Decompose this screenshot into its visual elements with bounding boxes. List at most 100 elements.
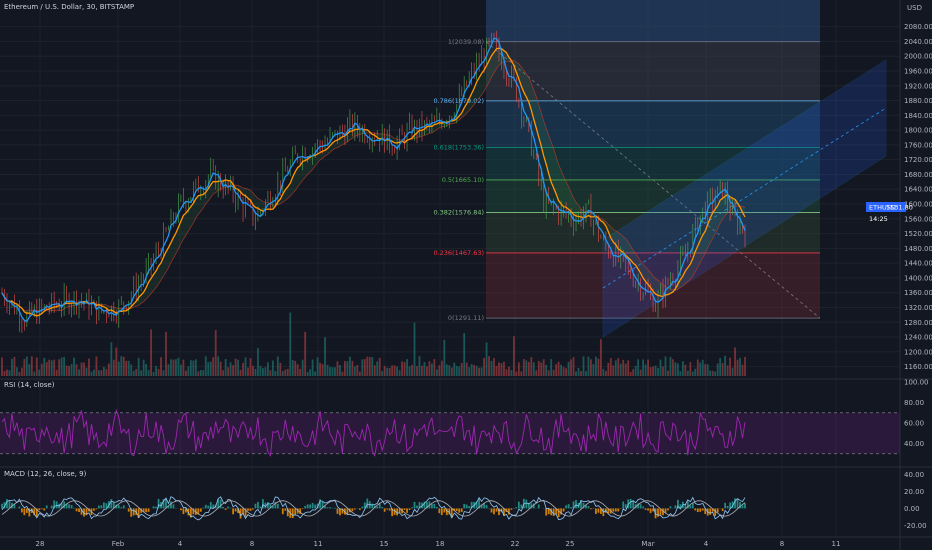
volume-bar (60, 357, 63, 376)
volume-bar (537, 360, 540, 376)
volume-bar (130, 364, 133, 376)
y-tick-label: 1240.00 (904, 334, 932, 342)
volume-bar (368, 357, 371, 376)
volume-bar (341, 371, 344, 376)
volume-bar (296, 364, 299, 376)
volume-bar (744, 356, 746, 376)
volume-bar (686, 370, 689, 376)
volume-bar (16, 367, 18, 376)
volume-bar (599, 339, 602, 376)
volume-bar (353, 366, 356, 376)
volume-bar (567, 361, 570, 376)
y-tick-label: 1920.00 (904, 82, 932, 90)
volume-bar (438, 365, 441, 376)
trading-chart[interactable]: 1(2039.08)0.786(1879.02)0.618(1753.36)0.… (0, 0, 932, 550)
macd-histogram-bar (545, 508, 548, 516)
volume-bar (386, 367, 389, 376)
volume-bar (696, 359, 699, 376)
macd-histogram-bar (23, 508, 26, 516)
volume-bar (672, 359, 674, 376)
macd-histogram-bar (145, 508, 148, 513)
volume-bar (393, 365, 396, 376)
macd-histogram-bar (276, 503, 279, 509)
macd-histogram-bar (234, 508, 237, 512)
volume-bar (247, 367, 249, 376)
y-tick-label: 1640.00 (904, 186, 932, 194)
volume-bar (314, 371, 317, 376)
macd-histogram-bar (393, 508, 396, 515)
volume-bar (406, 359, 408, 376)
macd-histogram-bar (329, 507, 331, 509)
volume-bar (453, 362, 456, 376)
volume-bar (468, 367, 471, 376)
volume-bar (269, 370, 272, 376)
volume-bar (284, 369, 287, 376)
volume-bar (575, 371, 577, 376)
volume-bar (659, 359, 662, 376)
volume-bar (418, 356, 421, 376)
volume-bar (614, 360, 617, 376)
volume-bar (40, 363, 43, 376)
macd-tick-label: -20.00 (904, 522, 927, 530)
volume-bar (401, 361, 403, 376)
volume-bar (331, 367, 334, 376)
macd-histogram-bar (311, 502, 314, 509)
volume-bar (435, 369, 438, 376)
volume-bar (724, 355, 727, 376)
volume-bar (8, 370, 11, 376)
x-tick-label: 25 (566, 540, 575, 548)
y-tick-label: 1840.00 (904, 112, 932, 120)
volume-bar (324, 337, 326, 376)
volume-bar (63, 357, 66, 376)
macd-histogram-bar (132, 508, 135, 516)
macd-histogram-bar (624, 504, 627, 509)
macd-title: MACD (12, 26, close, 9) (4, 470, 87, 478)
macd-histogram-bar (416, 505, 418, 509)
volume-bar (167, 364, 170, 376)
volume-bar (520, 371, 523, 376)
macd-histogram-bar (565, 505, 567, 509)
macd-histogram-bar (172, 504, 175, 509)
rsi-pane[interactable] (0, 408, 900, 458)
volume-bar (498, 362, 500, 376)
volume-bar (592, 364, 595, 376)
volume-bar (595, 356, 597, 376)
volume-bar (53, 359, 56, 376)
volume-bar (142, 359, 145, 376)
volume-bar (612, 365, 615, 376)
macd-histogram-bar (8, 500, 11, 509)
macd-histogram-bar (326, 507, 329, 509)
macd-histogram-bar (122, 505, 125, 509)
volume-bar (366, 356, 369, 376)
macd-histogram-bar (204, 504, 207, 509)
volume-bar (423, 362, 426, 376)
volume-bar (714, 371, 717, 376)
volume-bar (160, 357, 162, 376)
volume-bar (689, 362, 692, 376)
x-tick-label: Mar (641, 540, 654, 548)
volume-bar (505, 369, 508, 376)
macd-histogram-bar (699, 508, 702, 512)
x-tick-label: 22 (511, 540, 520, 548)
volume-bar (639, 369, 642, 376)
macd-histogram-bar (570, 507, 572, 509)
macd-histogram-bar (45, 505, 48, 509)
volume-bar (68, 366, 70, 376)
macd-histogram-bar (38, 508, 41, 511)
x-tick-label: 4 (178, 540, 183, 548)
volume-bar (316, 357, 319, 376)
macd-histogram-bar (117, 505, 120, 509)
macd-histogram-bar (281, 508, 284, 515)
volume-bar (448, 365, 451, 376)
macd-histogram-bar (73, 507, 75, 509)
volume-bar (634, 366, 637, 376)
volume-bar (428, 361, 431, 376)
volume-bar (463, 333, 466, 376)
volume-bar (232, 365, 235, 376)
macd-histogram-bar (381, 507, 384, 509)
volume-bar (182, 359, 185, 376)
volume-bar (694, 368, 697, 376)
macd-histogram-bar (383, 508, 386, 512)
macd-histogram-bar (20, 508, 23, 513)
macd-histogram-bar (232, 508, 235, 515)
